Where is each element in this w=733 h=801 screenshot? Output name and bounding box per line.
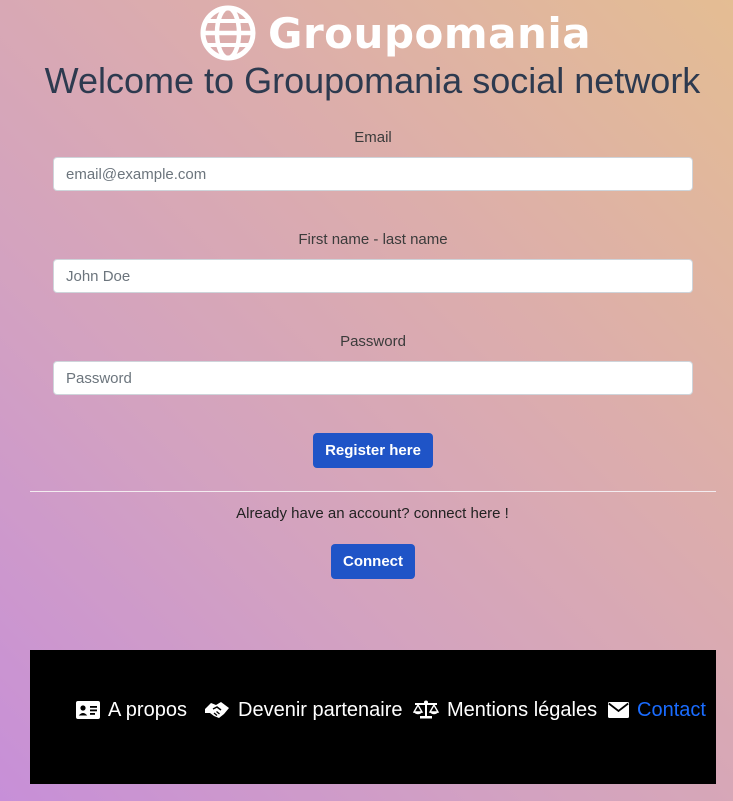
footer-link-label: Mentions légales <box>447 698 598 721</box>
brand-logo: Groupomania <box>200 3 591 63</box>
globe-icon <box>200 5 256 61</box>
footer-link-contact[interactable]: Contact <box>608 696 706 724</box>
login-prompt: Already have an account? connect here ! <box>236 505 509 522</box>
email-label: Email <box>354 129 392 146</box>
footer-link-a-propos[interactable]: A propos <box>76 696 187 724</box>
name-label: First name - last name <box>298 231 448 248</box>
id-card-icon <box>76 701 100 719</box>
register-button[interactable]: Register here <box>313 433 433 468</box>
handshake-icon <box>205 702 229 718</box>
password-field[interactable] <box>53 361 693 395</box>
footer-link-partenaire[interactable]: Devenir partenaire <box>204 696 403 724</box>
brand-name: Groupomania <box>268 8 592 58</box>
page-title: Welcome to Groupomania social network <box>44 60 701 101</box>
footer-link-label: Contact <box>637 698 706 721</box>
divider <box>30 491 716 492</box>
password-label: Password <box>340 333 406 350</box>
footer-link-label: Devenir partenaire <box>238 698 403 721</box>
envelope-icon <box>608 702 629 718</box>
footer-link-mentions[interactable]: Mentions légales <box>413 696 597 724</box>
name-field[interactable] <box>53 259 693 293</box>
scale-icon <box>413 700 439 719</box>
email-field[interactable] <box>53 157 693 191</box>
footer: A propos Devenir partenaire Mentions lég… <box>30 650 716 784</box>
connect-button[interactable]: Connect <box>331 544 415 579</box>
footer-link-label: A propos <box>108 698 187 721</box>
